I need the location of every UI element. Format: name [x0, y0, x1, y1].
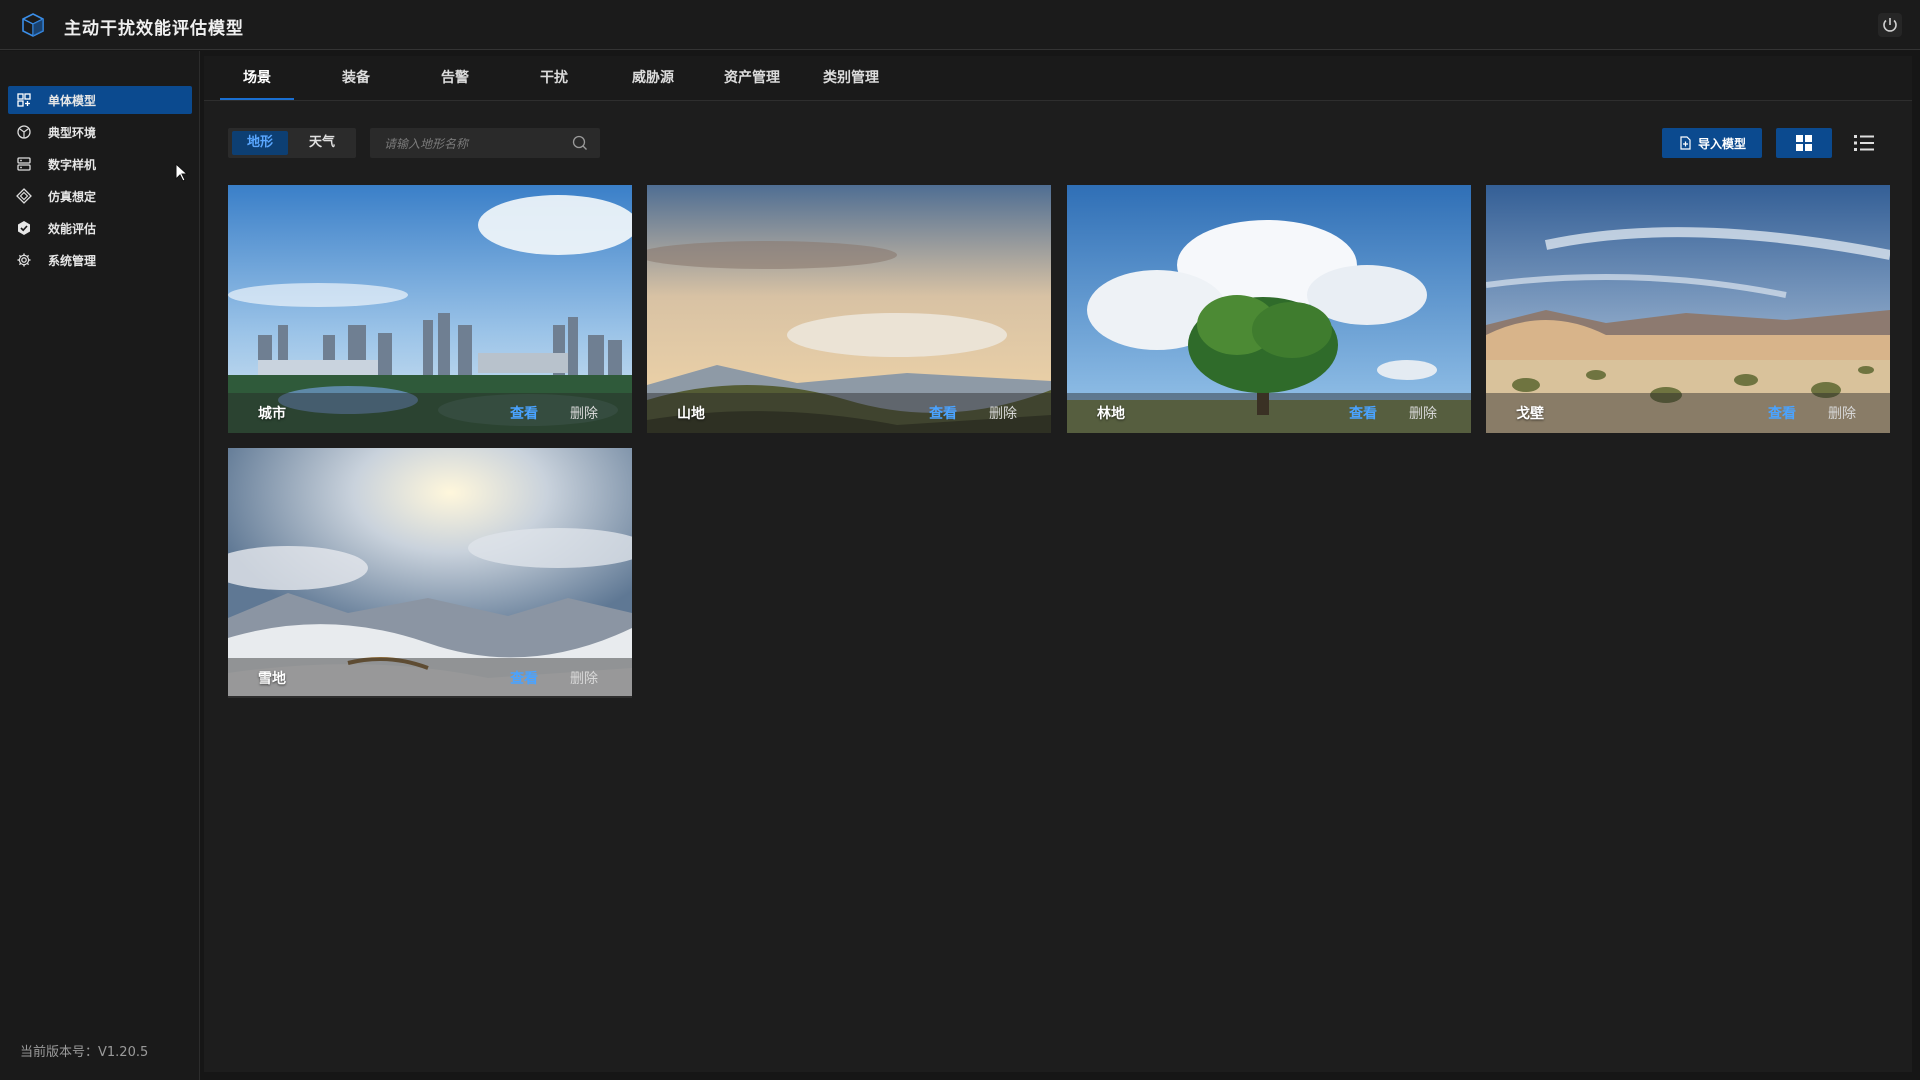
- search-box: [370, 128, 600, 160]
- sidebar-item-single-model[interactable]: 单体模型: [8, 86, 192, 114]
- filter-weather-button[interactable]: 天气: [294, 131, 350, 155]
- sidebar-item-label: 系统管理: [48, 253, 97, 268]
- power-icon: [1883, 18, 1897, 32]
- tab-scene[interactable]: 场景: [212, 56, 302, 100]
- sidebar-item-environment[interactable]: 典型环境: [8, 118, 192, 146]
- delete-button[interactable]: 删除: [1409, 403, 1437, 423]
- card-title: 雪地: [258, 671, 286, 687]
- sidebar-item-system[interactable]: 系统管理: [8, 246, 192, 274]
- tab-alarm[interactable]: 告警: [410, 56, 500, 100]
- simulation-icon: [16, 188, 32, 204]
- view-button[interactable]: 查看: [1349, 403, 1377, 423]
- terrain-weather-toggle: 地形 天气: [228, 128, 356, 158]
- import-file-icon: [1680, 136, 1691, 150]
- card-title: 山地: [677, 406, 705, 422]
- view-button[interactable]: 查看: [510, 403, 538, 423]
- grid-view-icon: [1796, 135, 1812, 151]
- list-view-button[interactable]: [1844, 128, 1884, 158]
- evaluation-icon: [18, 221, 30, 235]
- filter-terrain-button[interactable]: 地形: [232, 131, 288, 155]
- tab-threat-source[interactable]: 威胁源: [608, 56, 698, 100]
- app-title: 主动干扰效能评估模型: [64, 19, 244, 39]
- sidebar: 单体模型 典型环境 数字样机 仿真想定 效能评估 系统管理 当前版本号：V1.2…: [0, 51, 200, 1080]
- sidebar-item-label: 数字样机: [48, 157, 97, 172]
- card-title: 林地: [1097, 406, 1125, 422]
- scene-card-mountain[interactable]: 山地 查看 删除: [647, 185, 1051, 433]
- sidebar-item-evaluation[interactable]: 效能评估: [8, 214, 192, 242]
- delete-button[interactable]: 删除: [1828, 403, 1856, 423]
- tab-jamming[interactable]: 干扰: [509, 56, 599, 100]
- card-title: 城市: [258, 406, 286, 422]
- power-button[interactable]: [1878, 13, 1902, 37]
- sidebar-item-label: 仿真想定: [48, 189, 97, 204]
- mouse-cursor-icon: [175, 163, 189, 182]
- main-panel: 场景 装备 告警 干扰 威胁源 资产管理 类别管理 地形 天气 导入模型: [204, 56, 1912, 1072]
- card-title: 戈壁: [1516, 406, 1544, 422]
- tab-category-management[interactable]: 类别管理: [806, 56, 896, 100]
- list-view-icon: [1854, 135, 1874, 151]
- sidebar-item-label: 单体模型: [48, 93, 97, 108]
- cube-logo-icon: [22, 13, 44, 37]
- tab-bar: 场景 装备 告警 干扰 威胁源 资产管理 类别管理: [204, 56, 1912, 101]
- delete-button[interactable]: 删除: [989, 403, 1017, 423]
- delete-button[interactable]: 删除: [570, 403, 598, 423]
- grid-view-button[interactable]: [1776, 128, 1832, 158]
- app-header: 主动干扰效能评估模型: [0, 0, 1920, 50]
- prototype-icon: [17, 157, 31, 171]
- search-input[interactable]: [370, 128, 576, 160]
- view-button[interactable]: 查看: [929, 403, 957, 423]
- import-model-label: 导入模型: [1697, 136, 1746, 151]
- sidebar-item-prototype[interactable]: 数字样机: [8, 150, 192, 178]
- import-model-button[interactable]: 导入模型: [1662, 128, 1762, 158]
- sidebar-item-label: 效能评估: [48, 221, 97, 236]
- environment-icon: [17, 125, 31, 139]
- search-icon[interactable]: [572, 135, 588, 151]
- scene-card-city[interactable]: 城市 查看 删除: [228, 185, 632, 433]
- scene-card-forest[interactable]: 林地 查看 删除: [1067, 185, 1471, 433]
- scene-card-snow[interactable]: 雪地 查看 删除: [228, 448, 632, 698]
- scene-card-gobi[interactable]: 戈壁 查看 删除: [1486, 185, 1890, 433]
- sidebar-item-simulation[interactable]: 仿真想定: [8, 182, 192, 210]
- tab-asset-management[interactable]: 资产管理: [707, 56, 797, 100]
- sidebar-item-label: 典型环境: [48, 125, 97, 140]
- gear-icon: [17, 253, 31, 267]
- view-button[interactable]: 查看: [510, 668, 538, 688]
- model-icon: [17, 93, 31, 107]
- tab-equipment[interactable]: 装备: [311, 56, 401, 100]
- delete-button[interactable]: 删除: [570, 668, 598, 688]
- view-button[interactable]: 查看: [1768, 403, 1796, 423]
- version-label: 当前版本号：V1.20.5: [20, 1045, 149, 1060]
